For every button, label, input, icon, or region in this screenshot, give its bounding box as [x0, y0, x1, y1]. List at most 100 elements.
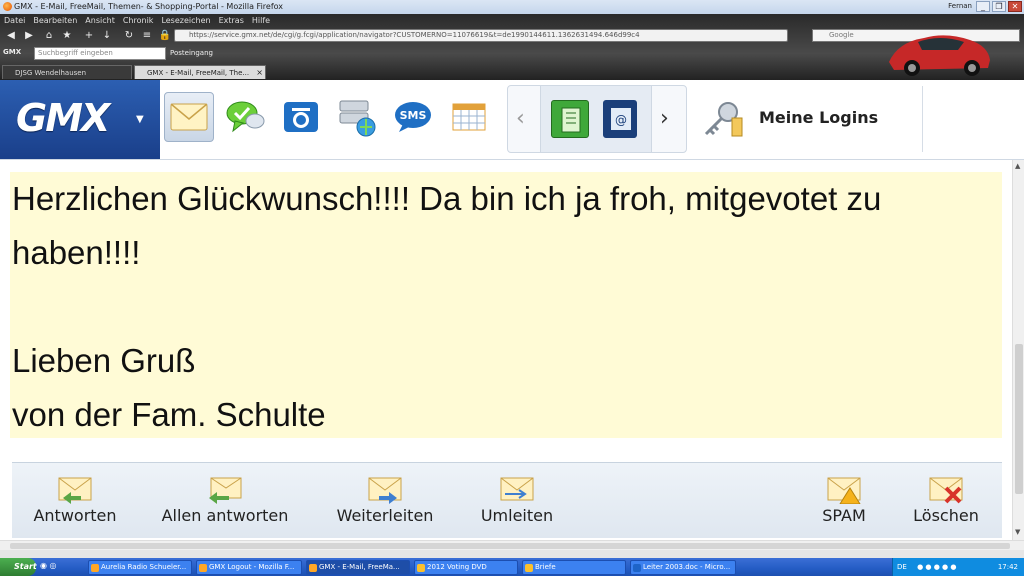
message-paragraph	[12, 280, 1000, 334]
menu-datei[interactable]: Datei	[4, 16, 25, 25]
scroll-thumb[interactable]	[1015, 344, 1023, 494]
back-icon[interactable]: ◀	[4, 29, 18, 43]
task-label: GMX Logout - Mozilla F...	[209, 563, 295, 571]
task-briefe[interactable]: Briefe	[522, 560, 626, 575]
message-signature: Lieben Gruß von der Fam. Schulte	[12, 342, 326, 433]
firefox-icon	[3, 2, 12, 11]
download-icon[interactable]: ↓	[100, 29, 114, 43]
menu-bearbeiten[interactable]: Bearbeiten	[33, 16, 77, 25]
tab-djsg[interactable]: DJSG Wendelhausen	[2, 65, 132, 79]
menu-icon[interactable]: ≡	[140, 29, 154, 43]
menu-lesezeichen[interactable]: Lesezeichen	[161, 16, 210, 25]
window-controls: _ ❐ ✕	[976, 1, 1022, 12]
calendar-button[interactable]	[444, 92, 494, 142]
task-gmx-logout[interactable]: GMX Logout - Mozilla F...	[196, 560, 302, 575]
reply-button[interactable]: Antworten	[28, 476, 122, 536]
chat-button[interactable]	[220, 92, 270, 142]
menu-bar: Datei Bearbeiten Ansicht Chronik Lesezei…	[0, 14, 880, 26]
reload-icon[interactable]: ↻	[122, 29, 136, 43]
tab-close-icon[interactable]: ×	[256, 66, 263, 79]
hscroll-thumb[interactable]	[10, 543, 1010, 549]
scroll-down-icon[interactable]: ▼	[1015, 528, 1020, 536]
menu-chronik[interactable]: Chronik	[123, 16, 154, 25]
sms-button[interactable]: SMS	[388, 92, 438, 142]
reply-all-button[interactable]: Allen antworten	[152, 476, 298, 536]
redirect-button[interactable]: Umleiten	[474, 476, 560, 536]
forward-label: Weiterleiten	[336, 506, 434, 525]
task-label: GMX - E-Mail, FreeMa...	[319, 563, 400, 571]
posteingang-button[interactable]: Posteingang	[170, 47, 236, 60]
lock-icon: 🔒	[158, 30, 172, 41]
photo-button[interactable]	[276, 92, 326, 142]
forward-button[interactable]: Weiterleiten	[328, 476, 442, 536]
firefox-icon	[309, 564, 317, 572]
bookmark-icon[interactable]: ★	[60, 29, 74, 43]
status-bar	[0, 550, 1024, 558]
menu-ansicht[interactable]: Ansicht	[85, 16, 115, 25]
menu-extras[interactable]: Extras	[219, 16, 244, 25]
delete-button[interactable]: Löschen	[906, 476, 986, 536]
firefox-icon	[91, 564, 99, 572]
mail-button[interactable]	[164, 92, 214, 142]
task-aurelia[interactable]: Aurelia Radio Schueler...	[88, 560, 192, 575]
forward-icon[interactable]: ▶	[22, 29, 36, 43]
task-voting-dvd[interactable]: 2012 Voting DVD	[414, 560, 518, 575]
close-button[interactable]: ✕	[1008, 1, 1022, 12]
tab-gmx[interactable]: GMX - E-Mail, FreeMail, The... ×	[134, 65, 266, 79]
forward-icon	[368, 477, 402, 504]
online-drive-button[interactable]	[332, 92, 382, 142]
tab-label: GMX - E-Mail, FreeMail, The...	[147, 69, 250, 77]
gmx-search-input[interactable]: Suchbegriff eingeben	[34, 47, 166, 60]
task-gmx-mail[interactable]: GMX - E-Mail, FreeMa...	[306, 560, 410, 575]
header-divider	[922, 86, 923, 152]
task-word-doc[interactable]: Leiter 2003.doc - Micro...	[630, 560, 736, 575]
gmx-logo[interactable]: GMX ▼	[0, 80, 160, 159]
scroll-up-icon[interactable]: ▲	[1015, 162, 1020, 170]
add-icon[interactable]: +	[82, 29, 96, 43]
persona-car-image	[889, 35, 990, 76]
address-book-icon[interactable]	[551, 100, 589, 138]
folder-icon	[525, 564, 533, 572]
message-paragraph: Herzlichen Glückwunsch!!!! Da bin ich ja…	[12, 180, 891, 271]
minimize-button[interactable]: _	[976, 1, 990, 12]
meine-logins-link[interactable]: Meine Logins	[759, 108, 878, 127]
language-indicator[interactable]: DE	[897, 563, 907, 571]
menu-hilfe[interactable]: Hilfe	[252, 16, 270, 25]
quicklaunch-icons[interactable]: ◉ ◎	[40, 561, 68, 573]
window-title: GMX - E-Mail, FreeMail, Themen- & Shoppi…	[14, 2, 284, 11]
camera-icon	[284, 102, 318, 132]
vertical-scrollbar[interactable]: ▲ ▼	[1012, 160, 1024, 540]
reply-icon	[58, 477, 92, 504]
horizontal-scrollbar[interactable]	[0, 540, 1024, 550]
spam-icon	[827, 477, 861, 504]
tray-icons[interactable]: ● ● ● ● ●	[917, 563, 956, 571]
url-bar[interactable]: https://service.gmx.net/de/cgi/g.fcgi/ap…	[174, 29, 788, 42]
restore-button[interactable]: ❐	[992, 1, 1006, 12]
gmx-logo-text: GMX	[16, 96, 110, 140]
apps-carousel: ‹ @ ›	[507, 85, 687, 153]
word-icon	[633, 564, 641, 572]
key-icon	[704, 102, 743, 137]
spam-label: SPAM	[822, 506, 866, 525]
tab-label: DJSG Wendelhausen	[15, 69, 87, 77]
mail-icon	[170, 103, 208, 131]
sms-icon: SMS	[395, 102, 431, 132]
chevron-left-icon[interactable]: ‹	[516, 106, 525, 131]
calendar-icon	[452, 103, 486, 131]
system-tray: DE ● ● ● ● ● 17:42	[892, 558, 1024, 576]
reply-all-label: Allen antworten	[161, 506, 289, 525]
svg-text:@: @	[615, 113, 627, 127]
folder-icon	[417, 564, 425, 572]
home-icon[interactable]: ⌂	[42, 29, 56, 43]
task-label: 2012 Voting DVD	[427, 563, 487, 571]
task-label: Briefe	[535, 563, 556, 571]
message-body: Herzlichen Glückwunsch!!!! Da bin ich ja…	[10, 172, 1002, 438]
chevron-right-icon[interactable]: ›	[660, 106, 669, 131]
start-button[interactable]: Start	[0, 558, 37, 576]
spam-button[interactable]: SPAM	[816, 476, 872, 536]
chat-icon	[226, 101, 265, 133]
chevron-down-icon: ▼	[136, 114, 144, 125]
contacts-icon[interactable]: @	[603, 100, 637, 138]
reply-all-icon	[209, 477, 242, 504]
delete-icon	[929, 477, 963, 504]
